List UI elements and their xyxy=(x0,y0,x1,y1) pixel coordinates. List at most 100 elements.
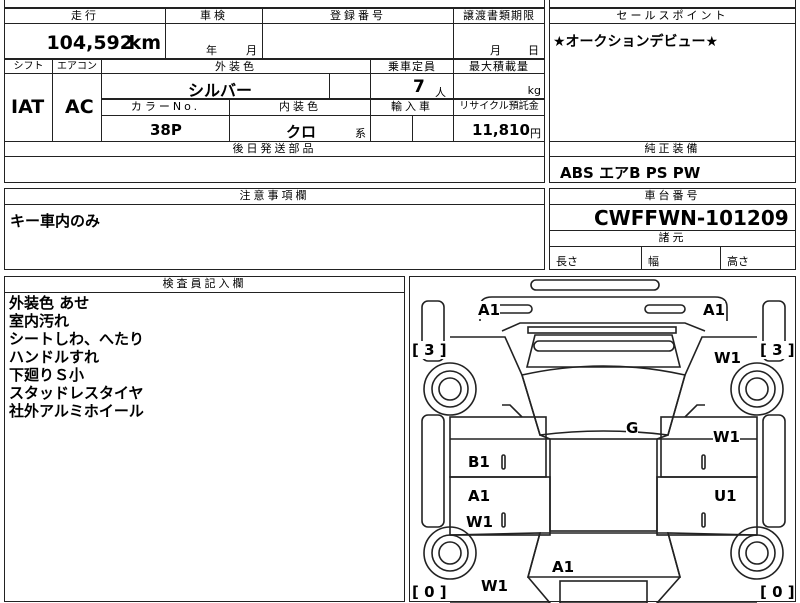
chassis-value: CWFFWN-101209 xyxy=(594,206,789,230)
notes-header: 注意事項欄 xyxy=(4,188,545,205)
dims-width-cell: 幅 xyxy=(641,246,721,270)
capacity-header: 乗車定員 xyxy=(370,59,454,74)
right-side-strip xyxy=(762,414,786,528)
sales-point-header: セールスポイント xyxy=(549,8,796,24)
mark-right-rear-door: U1 xyxy=(714,487,737,505)
wheel-rear-right-inner xyxy=(738,534,776,572)
interior-color-header: 内装色 xyxy=(229,99,371,116)
inspector-line: 社外アルミホイール xyxy=(9,402,144,420)
reg-number-cell xyxy=(262,23,454,59)
inspector-line: 室内汚れ xyxy=(9,312,70,330)
mark-right-front-fender: W1 xyxy=(714,349,741,367)
max-load-cell: kg xyxy=(453,73,545,99)
mark-right-front-door: W1 xyxy=(713,428,740,446)
inspection-year-label: 年 xyxy=(206,44,217,57)
mark-left-rear-door-w: W1 xyxy=(466,513,493,531)
tread-front-right-value: 3 xyxy=(772,341,783,359)
transfer-day-label: 日 xyxy=(528,44,539,57)
wheel-front-right-hub xyxy=(745,377,769,401)
left-front-door-shape xyxy=(449,416,547,478)
car-diagram-frame: A1 A1 W1 G W1 B1 U1 A1 W1 A1 W1 [ 3 ] [ … xyxy=(409,276,796,603)
equipment-cell: ABS エアB PS PW xyxy=(549,156,796,183)
wheel-rear-right-hub xyxy=(745,541,769,565)
wheel-front-left-hub xyxy=(438,377,462,401)
inspector-line: シートしわ、へたり xyxy=(9,330,145,348)
mark-windshield: G xyxy=(626,419,639,437)
color-no-cell: 38P xyxy=(101,115,230,142)
recycle-cell: 11,810 円 xyxy=(453,115,545,142)
mark-rear-center: A1 xyxy=(552,558,575,576)
tread-rear-left-value: 0 xyxy=(424,583,435,601)
dims-width-label: 幅 xyxy=(648,255,659,268)
inspector-line: 下廻りＳ小 xyxy=(9,366,85,384)
import-header: 輸入車 xyxy=(370,99,454,116)
inspector-line: 外装色 あせ xyxy=(9,294,90,312)
shift-header: シフト xyxy=(4,59,53,74)
left-side-strip xyxy=(421,414,445,528)
grille-shape xyxy=(527,326,677,334)
front-bumper-shape xyxy=(530,279,660,291)
equipment-header: 純正装備 xyxy=(549,141,796,157)
wheel-rear-left-hub xyxy=(438,541,462,565)
later-parts-cell xyxy=(4,156,545,183)
capacity-unit: 人 xyxy=(435,86,446,99)
right-rear-door-shape xyxy=(656,476,758,536)
transfer-deadline-cell: 月 日 xyxy=(453,23,545,59)
mileage-header: 走行 xyxy=(4,8,166,24)
chassis-cell: CWFFWN-101209 xyxy=(549,204,796,231)
capacity-value: 7 xyxy=(413,77,425,97)
tread-front-right: [ 3 ] xyxy=(760,341,795,359)
mark-front-left: A1 xyxy=(478,301,501,319)
handle-right-rear xyxy=(701,512,706,528)
mirror-left-shape xyxy=(502,404,523,418)
top-cropped-strip-right xyxy=(549,0,796,8)
mileage-value: 104,592 xyxy=(46,32,133,54)
inspector-line: ハンドルすれ xyxy=(9,348,100,366)
right-front-door-shape xyxy=(660,416,758,478)
shift-value: IAT xyxy=(11,96,45,118)
inspection-header: 車検 xyxy=(165,8,263,24)
notes-value: キー車内のみ xyxy=(10,212,101,230)
recycle-header: リサイクル預託金 xyxy=(453,99,545,116)
equipment-value: ABS エアB PS PW xyxy=(560,164,701,182)
mark-left-front-door: B1 xyxy=(468,453,490,471)
mark-rear-left: W1 xyxy=(481,577,508,595)
tread-rear-right-value: 0 xyxy=(772,583,783,601)
wheel-front-left-inner xyxy=(431,370,469,408)
ac-header: エアコン xyxy=(52,59,102,74)
ext-color-cell: シルバー xyxy=(101,73,330,100)
ext-color-header: 外装色 xyxy=(101,59,371,74)
dims-header: 諸元 xyxy=(549,230,796,247)
inspector-line: スタッドレスタイヤ xyxy=(9,384,144,402)
mark-left-rear-door-a: A1 xyxy=(468,487,491,505)
tread-front-left: [ 3 ] xyxy=(412,341,447,359)
inspector-cell: 外装色 あせ 室内汚れ シートしわ、へたり ハンドルすれ 下廻りＳ小 スタッドレ… xyxy=(4,292,405,602)
roof-shape xyxy=(549,438,658,532)
tread-front-left-value: 3 xyxy=(424,341,435,359)
notes-cell: キー車内のみ xyxy=(4,204,545,270)
left-fender-front xyxy=(450,336,551,440)
wheel-rear-left-inner xyxy=(431,534,469,572)
interior-color-cell: クロ 系 xyxy=(229,115,371,142)
handle-left-front xyxy=(501,454,506,470)
tread-rear-left: [ 0 ] xyxy=(412,583,447,601)
inspection-month-label: 月 xyxy=(246,44,257,57)
tread-rear-right: [ 0 ] xyxy=(760,583,795,601)
recycle-value: 11,810 xyxy=(472,121,530,139)
sales-point-text: ★オークションデビュー★ xyxy=(553,34,719,50)
shift-cell: IAT xyxy=(4,73,53,142)
later-parts-header: 後日発送部品 xyxy=(4,141,545,157)
headlight-right-shape xyxy=(644,304,686,314)
max-load-header: 最大積載量 xyxy=(453,59,545,74)
handle-left-rear xyxy=(501,512,506,528)
inspector-header: 検査員記入欄 xyxy=(4,276,405,293)
capacity-cell: 7 人 xyxy=(370,73,454,99)
import-cell-b xyxy=(412,115,454,142)
ac-value: AC xyxy=(65,96,94,118)
transfer-deadline-header: 譲渡書類期限 xyxy=(453,8,545,24)
handle-right-front xyxy=(701,454,706,470)
ext-color-value: シルバー xyxy=(188,81,253,100)
inspection-cell: 年 月 xyxy=(165,23,263,59)
reg-number-header: 登録番号 xyxy=(262,8,454,24)
mark-front-right: A1 xyxy=(703,301,726,319)
